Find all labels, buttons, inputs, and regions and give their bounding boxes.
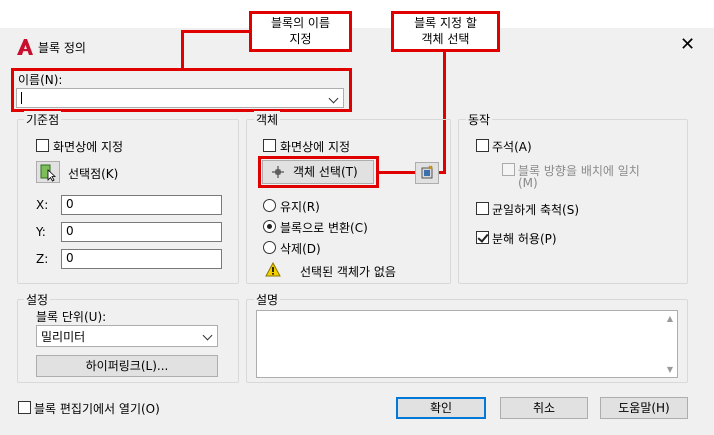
autocad-logo-icon	[17, 39, 33, 55]
annotative-label: 주석(A)	[492, 140, 532, 154]
uniform-scale-checkbox[interactable]	[476, 202, 489, 215]
pick-point-button[interactable]	[36, 161, 60, 183]
highlight-select-objects	[258, 156, 379, 188]
convert-radio[interactable]	[263, 220, 276, 233]
callout-connector	[181, 30, 251, 33]
y-input[interactable]: 0	[61, 222, 222, 242]
hyperlink-button[interactable]: 하이퍼링크(L)...	[36, 355, 218, 377]
scroll-up-icon[interactable]: ▲	[667, 314, 673, 323]
objects-on-screen-checkbox[interactable]	[263, 139, 276, 152]
base-on-screen-label: 화면상에 지정	[53, 140, 124, 154]
quick-select-icon	[421, 165, 433, 179]
open-in-editor-label: 블록 편집기에서 열기(O)	[34, 402, 160, 416]
cancel-button[interactable]: 취소	[500, 397, 588, 419]
convert-label: 블록으로 변환(C)	[280, 221, 368, 235]
quick-select-button[interactable]	[415, 162, 439, 184]
x-label: X:	[36, 198, 49, 212]
uniform-scale-label: 균일하게 축척(S)	[492, 203, 580, 217]
retain-label: 유지(R)	[280, 200, 320, 214]
close-icon[interactable]: ✕	[680, 36, 695, 54]
scroll-down-icon[interactable]: ▼	[667, 365, 673, 374]
description-textarea[interactable]: ▲ ▼	[256, 310, 678, 378]
callout-select-objects: 블록 지정 할 객체 선택	[391, 11, 500, 52]
settings-group-label: 설정	[24, 291, 51, 308]
title-bar	[0, 28, 714, 64]
match-orientation-hotkey: (M)	[518, 176, 538, 190]
base-point-group-label: 기준점	[24, 111, 62, 128]
no-objects-warning: 선택된 객체가 없음	[300, 265, 396, 279]
delete-radio[interactable]	[263, 241, 276, 254]
callout-connector	[181, 30, 184, 70]
ok-button[interactable]: 확인	[396, 397, 486, 419]
objects-on-screen-label: 화면상에 지정	[280, 140, 351, 154]
pick-point-icon	[40, 164, 57, 182]
z-input[interactable]: 0	[61, 249, 222, 269]
highlight-name-field	[11, 68, 352, 112]
block-unit-select[interactable]: 밀리미터	[36, 325, 218, 347]
z-label: Z:	[36, 252, 49, 266]
y-label: Y:	[36, 225, 46, 239]
callout-block-name: 블록의 이름 지정	[249, 11, 352, 52]
pick-point-label: 선택점(K)	[68, 167, 119, 181]
description-group-label: 설명	[254, 291, 281, 308]
warning-icon	[265, 262, 281, 277]
open-in-editor-checkbox[interactable]	[18, 401, 31, 414]
retain-radio[interactable]	[263, 199, 276, 212]
help-button[interactable]: 도움말(H)	[600, 397, 688, 419]
behavior-group-label: 동작	[466, 111, 493, 128]
match-orientation-checkbox[interactable]	[502, 163, 515, 176]
allow-explode-label: 분해 허용(P)	[492, 232, 557, 246]
dialog-title: 블록 정의	[38, 41, 86, 55]
allow-explode-checkbox[interactable]	[476, 231, 489, 244]
objects-group-label: 객체	[254, 111, 281, 128]
annotative-checkbox[interactable]	[476, 139, 489, 152]
delete-label: 삭제(D)	[280, 242, 321, 256]
chevron-down-icon[interactable]	[202, 330, 213, 341]
block-unit-label: 블록 단위(U):	[36, 310, 107, 324]
x-input[interactable]: 0	[61, 195, 222, 215]
base-on-screen-checkbox[interactable]	[36, 139, 49, 152]
